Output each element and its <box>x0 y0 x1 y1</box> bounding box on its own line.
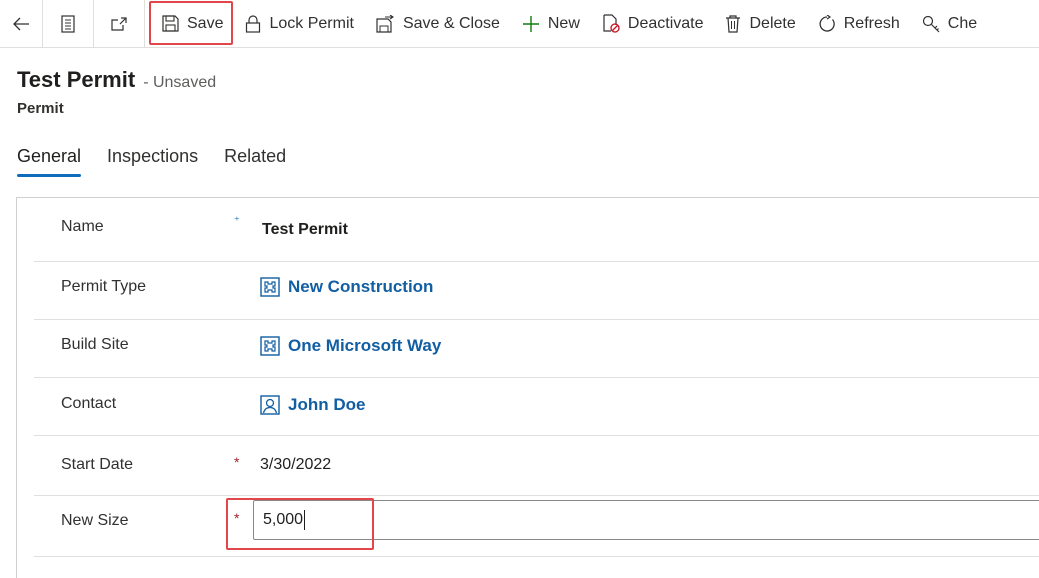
deactivate-button[interactable]: Deactivate <box>591 0 715 47</box>
contact-lookup[interactable]: John Doe <box>260 395 365 415</box>
field-row-permit-type: Permit Type New Construction <box>34 261 1039 320</box>
popout-button[interactable] <box>94 0 145 47</box>
contact-label: Contact <box>61 395 117 412</box>
delete-label: Delete <box>749 14 796 32</box>
contact-icon <box>260 395 280 415</box>
back-arrow-icon <box>13 17 29 30</box>
tab-general[interactable]: General <box>17 146 82 177</box>
business-recommended-marker: ⁺ <box>234 215 240 227</box>
name-label: Name <box>61 218 104 235</box>
permit-type-value: New Construction <box>288 277 434 296</box>
save-button[interactable]: Save <box>151 0 234 47</box>
form-selector-button[interactable] <box>43 0 94 47</box>
lock-permit-button[interactable]: Lock Permit <box>234 0 364 47</box>
new-size-label: New Size <box>61 512 129 529</box>
new-size-value: 5,000 <box>263 511 304 528</box>
build-site-lookup[interactable]: One Microsoft Way <box>260 336 441 356</box>
new-size-input[interactable]: 5,000 <box>253 500 1039 540</box>
tab-related[interactable]: Related <box>224 146 286 177</box>
save-and-close-button[interactable]: Save & Close <box>365 0 511 47</box>
deactivate-label: Deactivate <box>627 14 704 32</box>
new-label: New <box>547 14 580 32</box>
popout-icon <box>111 16 127 31</box>
start-date-value[interactable]: 3/30/2022 <box>260 456 331 474</box>
tab-list: General Inspections Related <box>17 146 312 177</box>
entity-record-icon <box>260 277 280 297</box>
field-row-contact: Contact John Doe <box>34 377 1039 436</box>
lock-icon <box>246 14 261 33</box>
unsaved-status: - Unsaved <box>143 74 217 91</box>
entity-name: Permit <box>17 100 64 117</box>
save-label: Save <box>187 14 224 32</box>
record-header: Test Permit - Unsaved <box>17 67 216 93</box>
entity-record-icon <box>260 336 280 356</box>
trash-icon <box>726 14 741 33</box>
build-site-label: Build Site <box>61 336 129 353</box>
command-bar: Save Lock Permit Save & Close New Deacti… <box>0 0 1039 48</box>
permit-type-lookup[interactable]: New Construction <box>260 277 433 297</box>
deactivate-icon <box>603 14 620 33</box>
back-button[interactable] <box>0 0 43 47</box>
delete-button[interactable]: Delete <box>714 0 806 47</box>
page-title: Test Permit <box>17 67 136 92</box>
save-and-close-label: Save & Close <box>402 14 500 32</box>
check-access-label: Che <box>947 14 978 32</box>
new-button[interactable]: New <box>511 0 591 47</box>
save-icon <box>162 15 179 32</box>
refresh-button[interactable]: Refresh <box>807 0 911 47</box>
text-cursor <box>304 510 306 530</box>
refresh-label: Refresh <box>843 14 900 32</box>
contact-value: John Doe <box>288 395 366 414</box>
name-value[interactable]: Test Permit <box>262 221 348 239</box>
permit-type-label: Permit Type <box>61 278 147 295</box>
required-marker: * <box>234 510 240 526</box>
field-row-build-site: Build Site One Microsoft Way <box>34 319 1039 378</box>
required-marker: * <box>234 454 240 470</box>
refresh-icon <box>819 14 835 32</box>
save-close-icon <box>376 14 394 33</box>
general-section: Name ⁺ Test Permit Permit Type New Const… <box>16 197 1039 578</box>
check-access-button[interactable]: Che <box>911 0 988 47</box>
build-site-value: One Microsoft Way <box>288 336 442 355</box>
field-row-name: Name ⁺ Test Permit <box>34 198 1039 262</box>
key-icon <box>922 15 940 32</box>
tab-inspections[interactable]: Inspections <box>107 146 198 177</box>
lock-permit-label: Lock Permit <box>269 14 354 32</box>
plus-icon <box>522 15 539 32</box>
form-icon <box>61 14 75 33</box>
field-row-start-date: Start Date * 3/30/2022 <box>34 435 1039 496</box>
start-date-label: Start Date <box>61 456 134 473</box>
field-row-new-size: New Size * 5,000 <box>34 495 1039 557</box>
